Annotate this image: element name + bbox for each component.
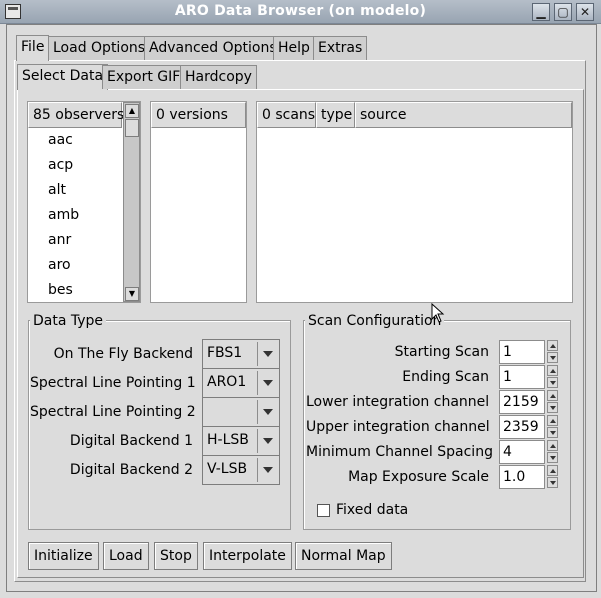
chevron-down-icon[interactable] bbox=[257, 371, 277, 395]
digital-backend-2-value: V-LSB bbox=[207, 461, 248, 477]
otf-backend-select[interactable]: FBS1 bbox=[202, 339, 280, 369]
minimize-button[interactable]: ▁ bbox=[532, 3, 550, 21]
versions-list[interactable] bbox=[150, 101, 247, 303]
load-button[interactable]: Load bbox=[103, 542, 149, 570]
close-button[interactable]: ✕ bbox=[576, 3, 594, 21]
slp1-select[interactable]: ARO1 bbox=[202, 368, 280, 398]
spin-up-icon[interactable] bbox=[547, 340, 558, 351]
digital-backend-2-label: Digital Backend 2 bbox=[69, 462, 193, 478]
list-item[interactable]: aro bbox=[48, 253, 71, 278]
chevron-down-icon[interactable] bbox=[257, 458, 277, 482]
spin-up-icon[interactable] bbox=[547, 440, 558, 451]
lower-channel-spinbox[interactable]: 2159 bbox=[499, 390, 559, 414]
min-channel-spacing-field[interactable]: 4 bbox=[499, 440, 545, 464]
scan-config-title: Scan Configuration bbox=[305, 313, 445, 329]
starting-scan-label: Starting Scan bbox=[394, 344, 489, 360]
upper-channel-label: Upper integration channel bbox=[306, 419, 490, 435]
scans-list[interactable] bbox=[256, 101, 573, 303]
map-exposure-scale-field[interactable]: 1.0 bbox=[499, 465, 545, 489]
tab-load-options[interactable]: Load Options bbox=[48, 36, 151, 60]
spin-up-icon[interactable] bbox=[547, 415, 558, 426]
tab-extras[interactable]: Extras bbox=[313, 36, 368, 60]
source-header[interactable]: source bbox=[355, 102, 572, 128]
spin-up-icon[interactable] bbox=[547, 465, 558, 476]
digital-backend-1-value: H-LSB bbox=[207, 432, 249, 448]
map-exposure-scale-label: Map Exposure Scale bbox=[348, 469, 489, 485]
maximize-button[interactable]: ▢ bbox=[554, 3, 572, 21]
chevron-down-icon[interactable] bbox=[257, 400, 277, 424]
spin-down-icon[interactable] bbox=[547, 452, 558, 463]
chevron-down-icon[interactable] bbox=[257, 342, 277, 366]
otf-backend-value: FBS1 bbox=[207, 345, 243, 361]
initialize-button[interactable]: Initialize bbox=[28, 542, 99, 570]
list-item[interactable]: bes bbox=[48, 278, 73, 303]
slp1-label: Spectral Line Pointing 1 bbox=[30, 375, 196, 391]
ending-scan-label: Ending Scan bbox=[402, 369, 489, 385]
min-channel-spacing-label: Minimum Channel Spacing bbox=[306, 444, 493, 460]
digital-backend-1-label: Digital Backend 1 bbox=[69, 433, 193, 449]
data-type-title: Data Type bbox=[30, 313, 107, 329]
tab-advanced-options[interactable]: Advanced Options bbox=[144, 36, 282, 60]
list-item[interactable]: acp bbox=[48, 153, 73, 178]
list-item[interactable]: aac bbox=[48, 128, 73, 153]
min-channel-spacing-spinbox[interactable]: 4 bbox=[499, 440, 559, 464]
slp2-label: Spectral Line Pointing 2 bbox=[30, 404, 196, 420]
ending-scan-field[interactable]: 1 bbox=[499, 365, 545, 389]
observers-header[interactable]: 85 observers bbox=[28, 102, 124, 128]
tab-select-data[interactable]: Select Data bbox=[17, 64, 109, 90]
scroll-thumb[interactable] bbox=[125, 119, 139, 137]
digital-backend-2-select[interactable]: V-LSB bbox=[202, 455, 280, 485]
lower-channel-label: Lower integration channel bbox=[306, 394, 490, 410]
upper-channel-spinbox[interactable]: 2359 bbox=[499, 415, 559, 439]
fixed-data-checkbox[interactable] bbox=[317, 504, 330, 517]
scans-header[interactable]: 0 scans bbox=[257, 102, 316, 128]
map-exposure-scale-spinbox[interactable]: 1.0 bbox=[499, 465, 559, 489]
slp2-select[interactable] bbox=[202, 397, 280, 427]
upper-channel-field[interactable]: 2359 bbox=[499, 415, 545, 439]
otf-backend-label: On The Fly Backend bbox=[53, 346, 193, 362]
spin-up-icon[interactable] bbox=[547, 390, 558, 401]
stop-button[interactable]: Stop bbox=[154, 542, 198, 570]
list-item[interactable]: anr bbox=[48, 228, 71, 253]
spin-down-icon[interactable] bbox=[547, 477, 558, 488]
ending-scan-spinbox[interactable]: 1 bbox=[499, 365, 559, 389]
starting-scan-field[interactable]: 1 bbox=[499, 340, 545, 364]
list-item[interactable]: amb bbox=[48, 203, 79, 228]
digital-backend-1-select[interactable]: H-LSB bbox=[202, 426, 280, 456]
interpolate-button[interactable]: Interpolate bbox=[203, 542, 292, 570]
title-bar[interactable]: ARO Data Browser (on modelo) ▁ ▢ ✕ bbox=[0, 0, 601, 24]
tab-file[interactable]: File bbox=[16, 35, 50, 61]
spin-up-icon[interactable] bbox=[547, 365, 558, 376]
slp1-value: ARO1 bbox=[207, 374, 247, 390]
tab-hardcopy[interactable]: Hardcopy bbox=[180, 65, 257, 89]
lower-channel-field[interactable]: 2159 bbox=[499, 390, 545, 414]
type-header[interactable]: type bbox=[316, 102, 355, 128]
chevron-down-icon[interactable] bbox=[257, 429, 277, 453]
tab-help[interactable]: Help bbox=[273, 36, 315, 60]
spin-down-icon[interactable] bbox=[547, 377, 558, 388]
starting-scan-spinbox[interactable]: 1 bbox=[499, 340, 559, 364]
spin-down-icon[interactable] bbox=[547, 402, 558, 413]
fixed-data-label[interactable]: Fixed data bbox=[336, 500, 408, 520]
scroll-down-icon[interactable]: ▼ bbox=[125, 287, 139, 301]
tab-export-gif[interactable]: Export GIF bbox=[102, 65, 186, 89]
versions-header[interactable]: 0 versions bbox=[151, 102, 246, 128]
scroll-up-icon[interactable]: ▲ bbox=[125, 104, 139, 118]
list-item[interactable]: alt bbox=[48, 178, 66, 203]
spin-down-icon[interactable] bbox=[547, 427, 558, 438]
spin-down-icon[interactable] bbox=[547, 352, 558, 363]
mouse-pointer-icon bbox=[431, 303, 445, 323]
window-title: ARO Data Browser (on modelo) bbox=[174, 3, 427, 19]
normal-map-button[interactable]: Normal Map bbox=[295, 542, 392, 570]
